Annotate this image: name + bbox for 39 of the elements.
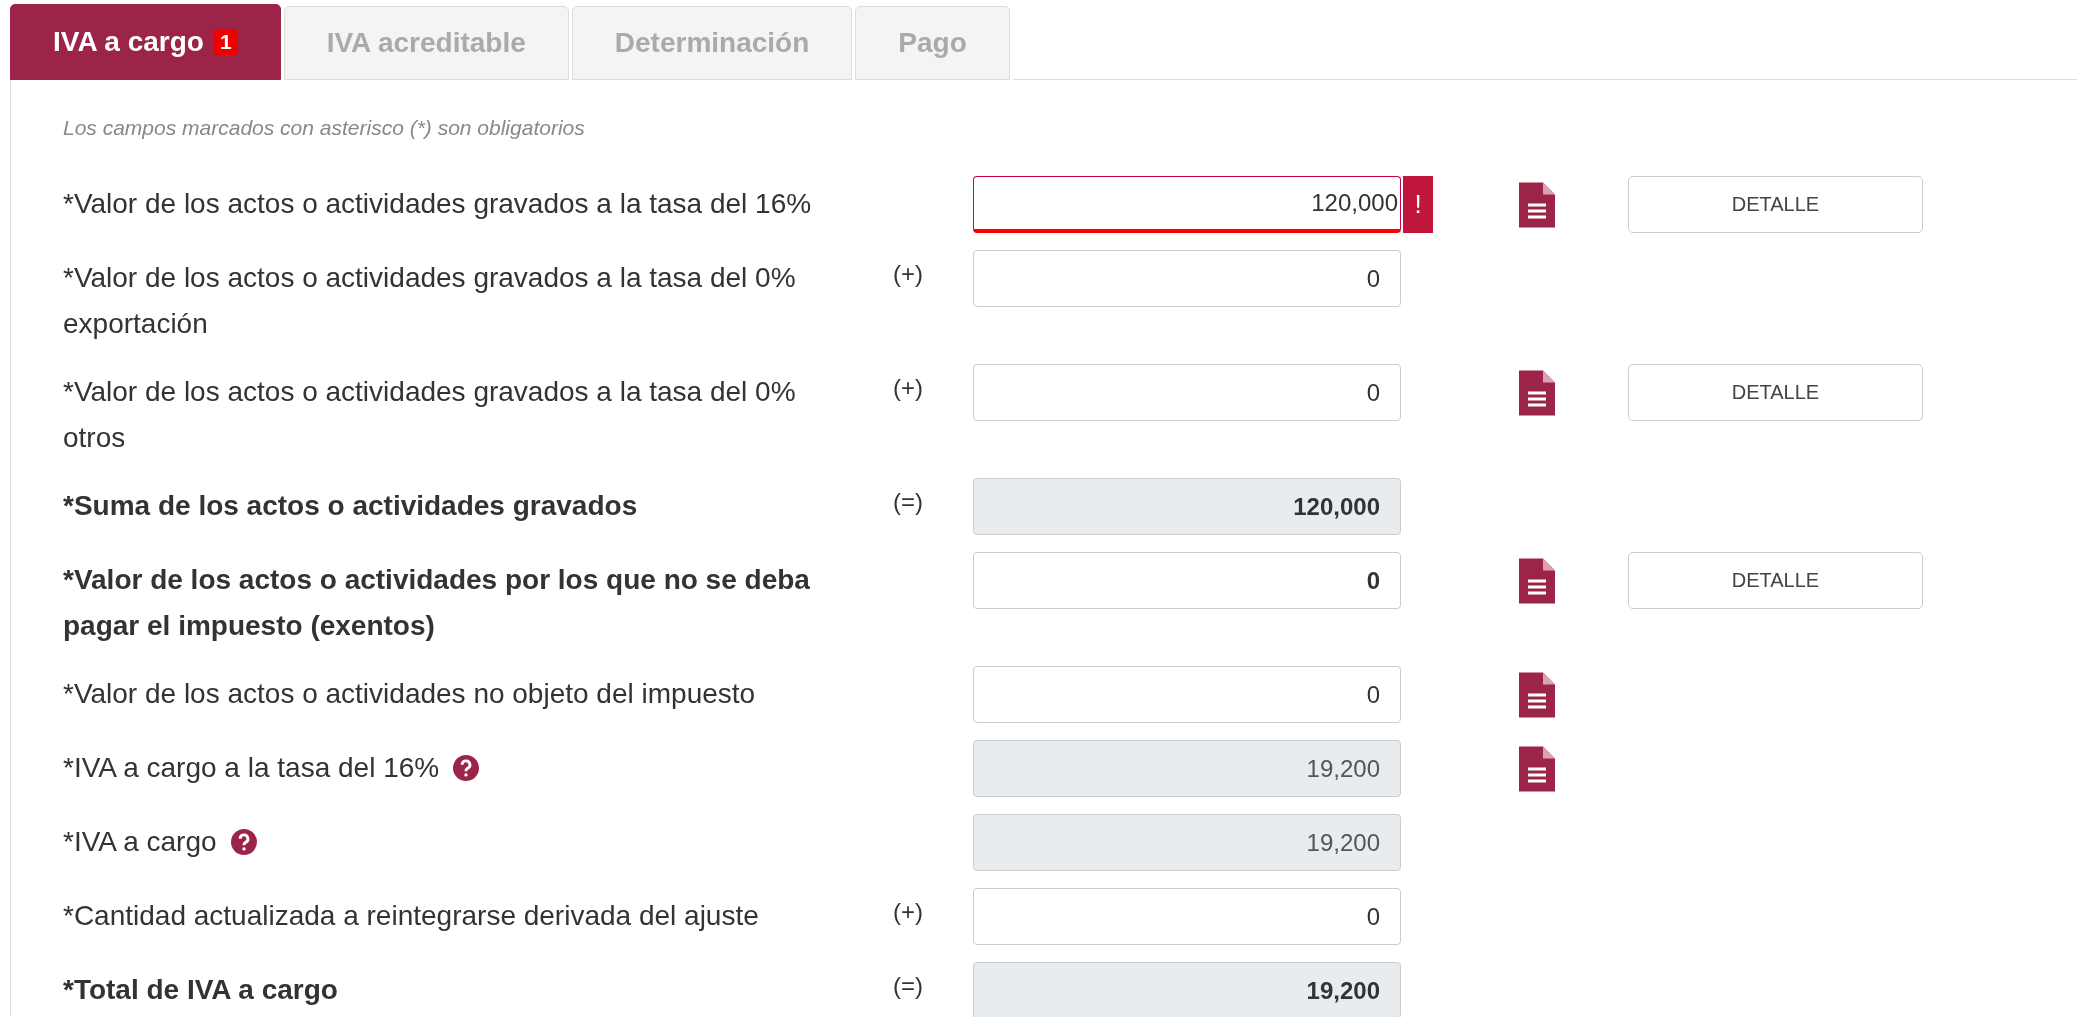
field-label: *Valor de los actos o actividades gravados a la tasa del 0% exportación <box>63 261 797 341</box>
amount-field: 19,200 <box>973 814 1401 871</box>
field-label: *Valor de los actos o actividades por los que no se deba pagar el impuesto (exentos) <box>63 563 811 643</box>
amount-field[interactable]: 0 <box>973 666 1401 723</box>
error-count-badge: 1 <box>213 29 238 55</box>
operator-sign: (=) <box>893 972 923 999</box>
document-icon[interactable] <box>1519 671 1555 718</box>
amount-field[interactable]: 0 <box>973 552 1401 609</box>
operator-sign: (+) <box>893 374 923 401</box>
amount-field: 19,200 <box>973 962 1401 1017</box>
amount-field: 19,200 <box>973 740 1401 797</box>
operator-sign: (+) <box>893 898 923 925</box>
error-marker: ! <box>1403 176 1433 233</box>
detail-button[interactable]: DETALLE <box>1628 364 1923 421</box>
required-fields-note: Los campos marcados con asterisco (*) son obligatorios <box>63 116 586 140</box>
amount-field[interactable]: 120,000 <box>973 176 1401 233</box>
operator-sign: (=) <box>893 488 923 515</box>
document-icon[interactable] <box>1519 745 1555 792</box>
field-label: *Cantidad actualizada a reintegrarse derivada del ajuste <box>63 899 759 933</box>
document-icon[interactable] <box>1519 181 1555 228</box>
help-icon[interactable] <box>230 829 257 855</box>
amount-field[interactable]: 0 <box>973 364 1401 421</box>
amount-field[interactable]: 0 <box>973 888 1401 945</box>
field-label: *IVA a cargo <box>63 825 217 859</box>
field-label: *Valor de los actos o actividades no objeto del impuesto <box>63 677 756 711</box>
document-icon[interactable] <box>1519 369 1555 416</box>
amount-field: 120,000 <box>973 478 1401 535</box>
detail-button[interactable]: DETALLE <box>1628 552 1923 609</box>
help-icon[interactable] <box>453 755 480 781</box>
field-label: *Valor de los actos o actividades gravados a la tasa del 0% otros <box>63 375 797 455</box>
field-label: *Valor de los actos o actividades gravados a la tasa del 16% <box>63 187 812 221</box>
field-label: *IVA a cargo a la tasa del 16% <box>63 751 440 785</box>
amount-field[interactable]: 0 <box>973 250 1401 307</box>
detail-button[interactable]: DETALLE <box>1628 176 1923 233</box>
tab[interactable]: IVA a cargo 1 <box>10 4 281 80</box>
operator-sign: (+) <box>893 260 923 287</box>
field-label: *Total de IVA a cargo <box>63 973 338 1007</box>
field-label: *Suma de los actos o actividades gravados <box>63 489 638 523</box>
document-icon[interactable] <box>1519 557 1555 604</box>
